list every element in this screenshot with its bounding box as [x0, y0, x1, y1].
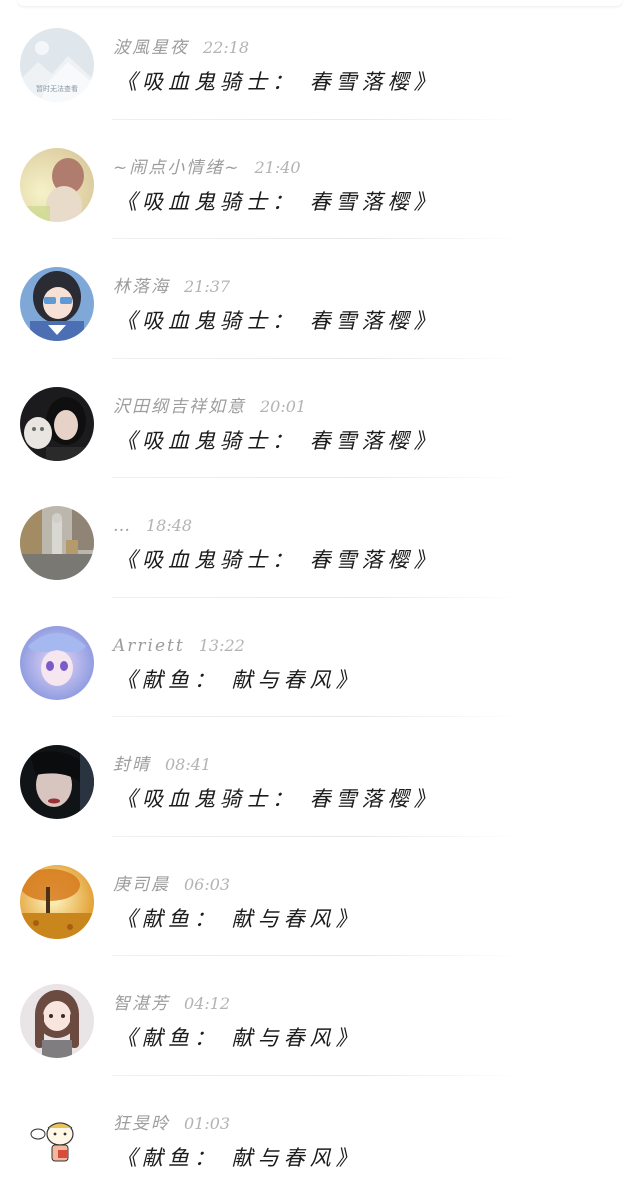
- username[interactable]: 波風星夜: [113, 38, 189, 58]
- timestamp: 06:03: [184, 875, 230, 894]
- username[interactable]: 狂旻昤: [113, 1114, 170, 1134]
- book-title[interactable]: 《献鱼： 献与春风》: [116, 1020, 362, 1056]
- autumn-tree-avatar[interactable]: [20, 865, 94, 939]
- illustrated-girl-avatar[interactable]: [20, 984, 94, 1058]
- timestamp: 21:40: [255, 158, 301, 177]
- list-item[interactable]: 沢田纲吉祥如意 20:01 《吸血鬼骑士： 春雪落樱》: [0, 359, 640, 479]
- anime-blue-girl-avatar[interactable]: [20, 626, 94, 700]
- comment-meta: … 18:48: [113, 512, 192, 540]
- girl-with-cat-avatar[interactable]: [20, 387, 94, 461]
- book-title[interactable]: 《献鱼： 献与春风》: [116, 901, 362, 937]
- timestamp: 20:01: [260, 397, 306, 416]
- timestamp: 04:12: [184, 994, 230, 1013]
- comment-meta: 波風星夜 22:18: [113, 34, 249, 62]
- list-item[interactable]: 林落海 21:37 《吸血鬼骑士： 春雪落樱》: [0, 239, 640, 359]
- book-title[interactable]: 《吸血鬼骑士： 春雪落樱》: [116, 303, 440, 339]
- timestamp: 18:48: [146, 516, 192, 535]
- girl-back-photo-avatar[interactable]: [20, 148, 94, 222]
- username[interactable]: ~闹点小情绪~: [113, 158, 241, 178]
- comment-meta: 狂旻昤 01:03: [113, 1110, 230, 1138]
- username[interactable]: 庚司晨: [113, 875, 170, 895]
- list-item[interactable]: 封晴 08:41 《吸血鬼骑士： 春雪落樱》: [0, 717, 640, 837]
- dark-portrait-avatar[interactable]: [20, 745, 94, 819]
- timestamp: 13:22: [199, 636, 245, 655]
- book-title[interactable]: 《吸血鬼骑士： 春雪落樱》: [116, 64, 440, 100]
- timestamp: 08:41: [165, 755, 211, 774]
- book-title[interactable]: 《吸血鬼骑士： 春雪落樱》: [116, 542, 440, 578]
- avatar-caption: 暂时无法查看: [36, 84, 78, 93]
- list-item[interactable]: 庚司晨 06:03 《献鱼： 献与春风》: [0, 837, 640, 957]
- list-item[interactable]: ~闹点小情绪~ 21:40 《吸血鬼骑士： 春雪落樱》: [0, 120, 640, 240]
- username[interactable]: Arriett: [113, 636, 185, 656]
- list-item[interactable]: 暂时无法查看 波風星夜 22:18 《吸血鬼骑士： 春雪落樱》: [0, 0, 640, 120]
- username[interactable]: 林落海: [113, 277, 170, 297]
- timestamp: 21:37: [184, 277, 230, 296]
- username[interactable]: 沢田纲吉祥如意: [113, 397, 246, 417]
- book-title[interactable]: 《吸血鬼骑士： 春雪落樱》: [116, 423, 440, 459]
- comment-meta: ~闹点小情绪~ 21:40: [113, 154, 301, 182]
- list-item[interactable]: … 18:48 《吸血鬼骑士： 春雪落樱》: [0, 478, 640, 598]
- comment-meta: 沢田纲吉祥如意 20:01: [113, 393, 306, 421]
- comment-meta: 智湛芳 04:12: [113, 990, 230, 1018]
- comment-list: 暂时无法查看 波風星夜 22:18 《吸血鬼骑士： 春雪落樱》: [0, 0, 640, 1195]
- username[interactable]: …: [113, 516, 132, 536]
- street-scene-avatar[interactable]: [20, 506, 94, 580]
- timestamp: 01:03: [184, 1114, 230, 1133]
- book-title[interactable]: 《献鱼： 献与春风》: [116, 662, 362, 698]
- cartoon-doodle-avatar[interactable]: [20, 1104, 94, 1178]
- username[interactable]: 封晴: [113, 755, 151, 775]
- list-item[interactable]: 狂旻昤 01:03 《献鱼： 献与春风》: [0, 1076, 640, 1195]
- timestamp: 22:18: [203, 38, 249, 57]
- book-title[interactable]: 《吸血鬼骑士： 春雪落樱》: [116, 781, 440, 817]
- book-title[interactable]: 《吸血鬼骑士： 春雪落樱》: [116, 184, 440, 220]
- image-placeholder-avatar[interactable]: 暂时无法查看: [20, 28, 94, 102]
- comment-meta: 庚司晨 06:03: [113, 871, 230, 899]
- comment-meta: 封晴 08:41: [113, 751, 211, 779]
- comment-meta: Arriett 13:22: [113, 632, 245, 660]
- list-item[interactable]: Arriett 13:22 《献鱼： 献与春风》: [0, 598, 640, 718]
- comment-meta: 林落海 21:37: [113, 273, 230, 301]
- anime-girl-avatar[interactable]: [20, 267, 94, 341]
- username[interactable]: 智湛芳: [113, 994, 170, 1014]
- list-item[interactable]: 智湛芳 04:12 《献鱼： 献与春风》: [0, 956, 640, 1076]
- book-title[interactable]: 《献鱼： 献与春风》: [116, 1140, 362, 1176]
